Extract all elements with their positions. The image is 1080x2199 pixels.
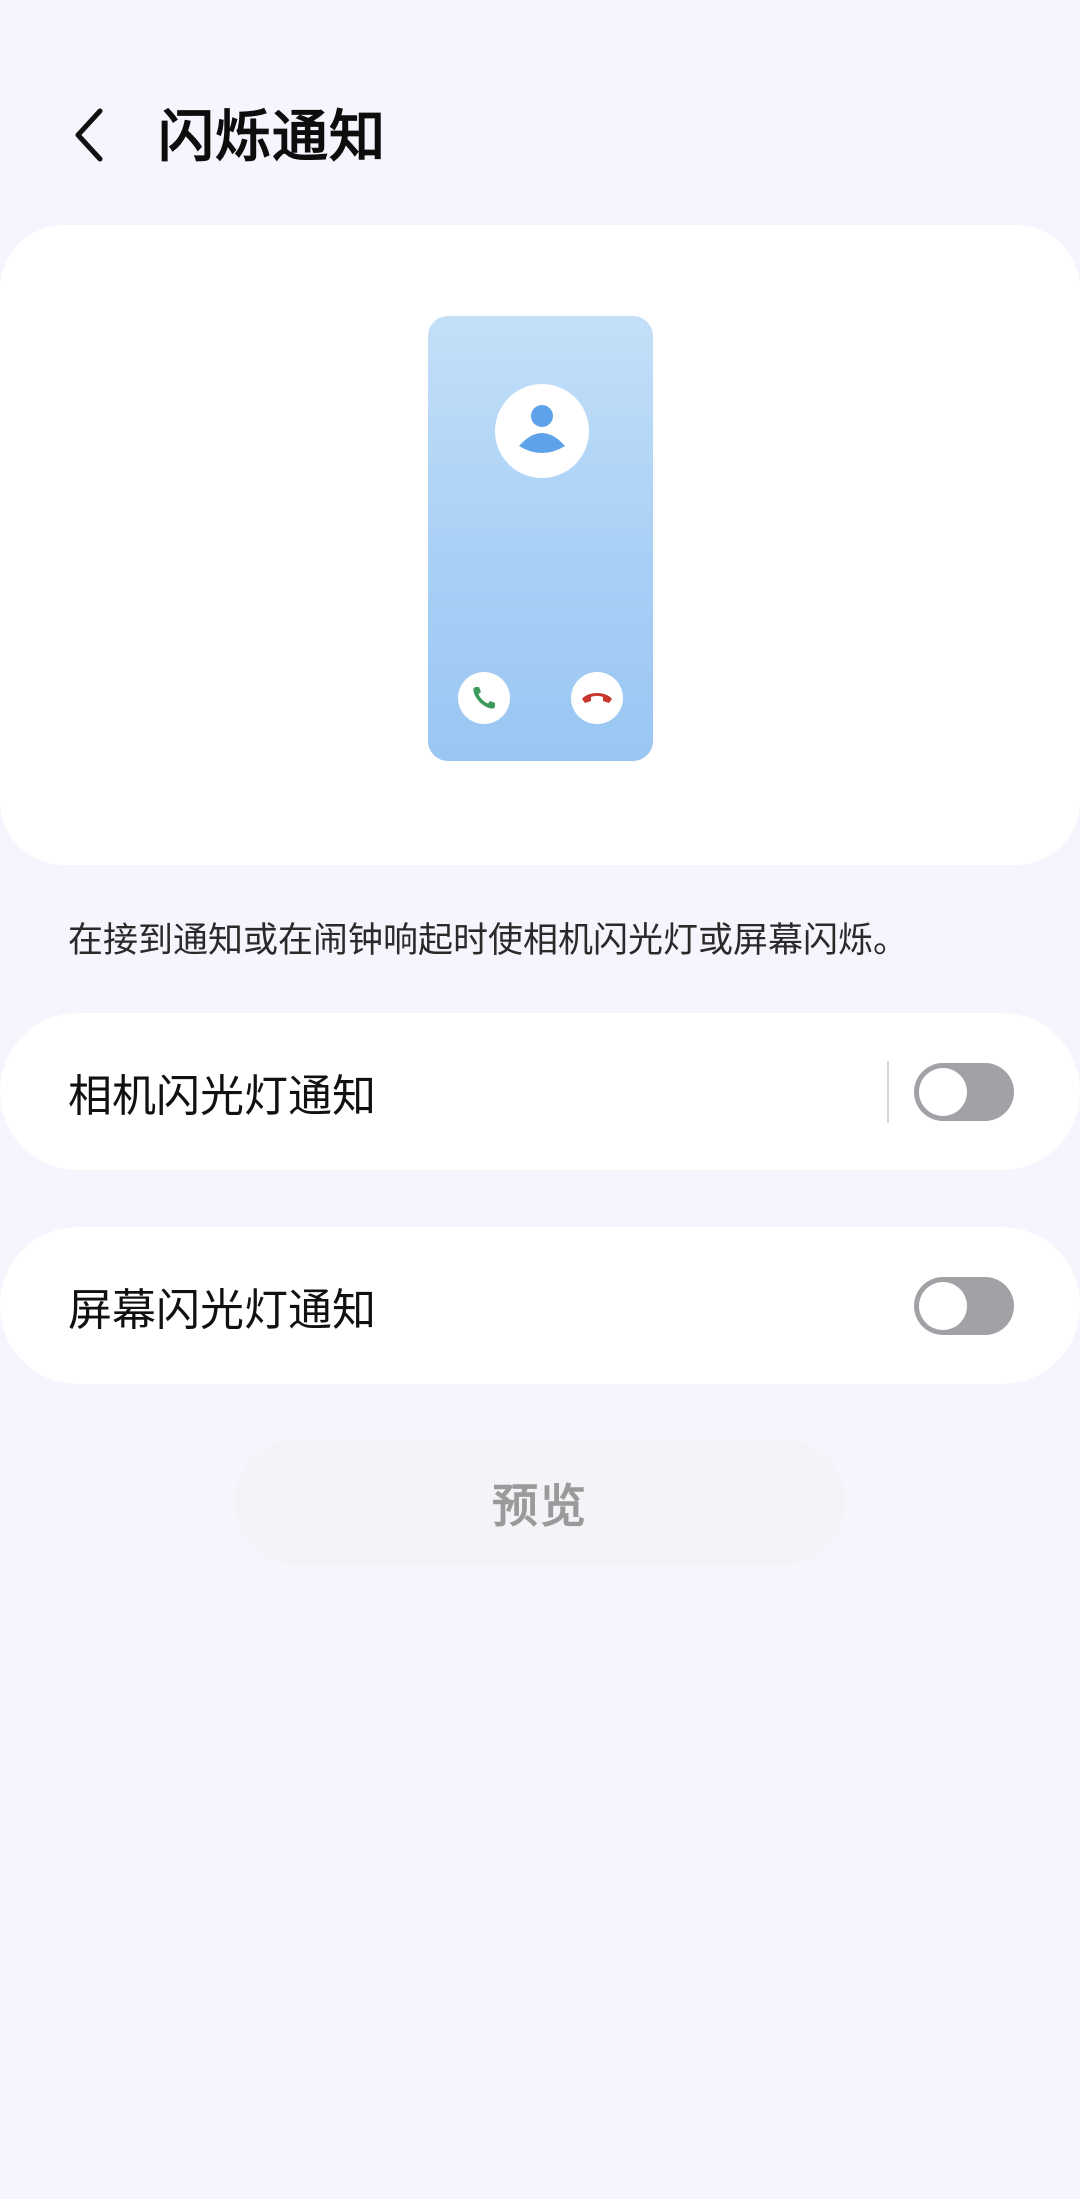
divider <box>887 1061 889 1123</box>
page-title: 闪烁通知 <box>158 105 386 170</box>
chevron-left-icon <box>75 108 103 162</box>
decline-call-button <box>571 672 623 724</box>
toggle-knob <box>919 1067 967 1116</box>
phone-illustration <box>428 316 653 761</box>
camera-flash-toggle[interactable] <box>914 1062 1014 1121</box>
camera-flash-label: 相机闪光灯通知 <box>68 1070 376 1122</box>
phone-hangup-icon <box>582 693 612 703</box>
screen-flash-toggle[interactable] <box>914 1276 1014 1335</box>
person-icon <box>519 405 565 453</box>
description-text: 在接到通知或在闹钟响起时使相机闪光灯或屏幕闪烁。 <box>68 921 909 961</box>
preview-button[interactable]: 预览 <box>235 1440 845 1565</box>
screen-flash-setting-row[interactable]: 屏幕闪光灯通知 <box>0 1227 1080 1384</box>
screen-flash-label: 屏幕闪光灯通知 <box>68 1284 376 1336</box>
phone-icon <box>473 687 495 709</box>
camera-flash-setting-row[interactable]: 相机闪光灯通知 <box>0 1013 1080 1170</box>
accept-call-button <box>458 672 510 724</box>
back-button[interactable] <box>50 95 130 175</box>
toggle-knob <box>919 1281 967 1330</box>
illustration-card <box>0 225 1080 865</box>
avatar <box>495 384 589 478</box>
app-header: 闪烁通知 <box>0 0 1080 220</box>
